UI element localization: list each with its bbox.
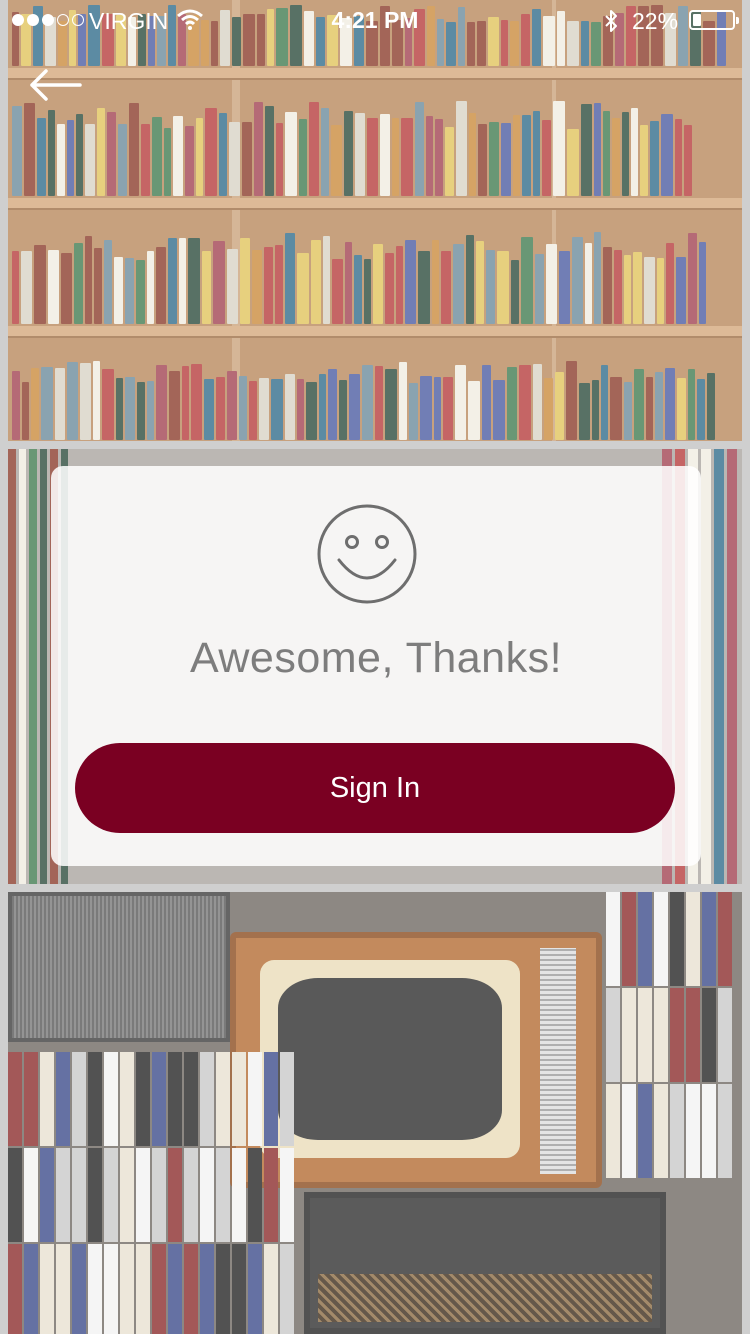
battery-percentage: 22%: [632, 8, 679, 34]
sign-in-button[interactable]: Sign In: [75, 743, 675, 833]
battery-icon: [689, 10, 739, 30]
confirmation-title: Awesome, Thanks!: [189, 634, 563, 682]
confirmation-card: Awesome, Thanks! Sign In: [51, 466, 701, 866]
smiley-face-icon: [317, 504, 417, 604]
status-bar: VIRGIN 4:21 PM 22%: [0, 0, 750, 40]
bookshelf-photo: [8, 0, 742, 441]
arrow-left-icon[interactable]: [28, 68, 82, 102]
bluetooth-icon: [605, 10, 617, 32]
vintage-tv-photo: [8, 892, 742, 1334]
